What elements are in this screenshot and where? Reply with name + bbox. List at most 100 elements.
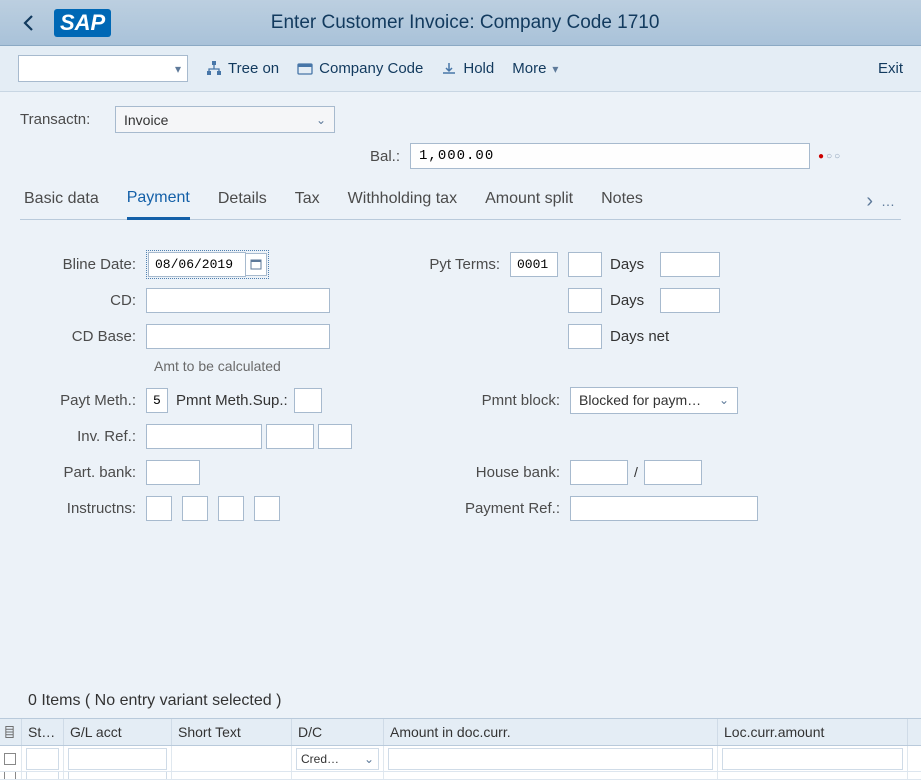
status-dots: ●○○ xyxy=(818,151,842,162)
inv-ref-input-1[interactable] xyxy=(146,424,262,449)
bline-date-input[interactable] xyxy=(148,252,246,277)
table-row[interactable] xyxy=(0,772,921,780)
tabs-scroll-right[interactable]: › xyxy=(866,190,873,213)
chevron-down-icon: ⌄ xyxy=(316,113,326,127)
col-status[interactable]: St… xyxy=(22,719,64,745)
instructns-input-2[interactable] xyxy=(182,496,208,521)
hold-label: Hold xyxy=(463,60,494,77)
more-button[interactable]: More ▾ xyxy=(512,60,558,77)
slash-sep: / xyxy=(634,464,638,480)
pyt-terms-input[interactable] xyxy=(510,252,558,277)
sap-logo: SAP xyxy=(54,9,111,37)
cd-base-input[interactable] xyxy=(146,324,330,349)
select-all-icon xyxy=(4,725,15,739)
table-row[interactable]: Cred… ⌄ xyxy=(0,746,921,772)
calendar-icon xyxy=(250,258,262,270)
pyt-terms-label: Pyt Terms: xyxy=(400,256,510,273)
days-net-label: Days net xyxy=(610,328,669,345)
col-gl-acct[interactable]: G/L acct xyxy=(64,719,172,745)
instructns-label: Instructns: xyxy=(20,500,146,517)
house-bank-input-2[interactable] xyxy=(644,460,702,485)
date-picker-button[interactable] xyxy=(245,253,267,276)
days-label-2: Days xyxy=(610,292,644,309)
col-dc[interactable]: D/C xyxy=(292,719,384,745)
house-bank-label: House bank: xyxy=(400,464,570,481)
chevron-down-icon: ⌄ xyxy=(719,393,729,407)
tree-on-label: Tree on xyxy=(228,60,279,77)
tab-payment[interactable]: Payment xyxy=(127,183,190,220)
part-bank-label: Part. bank: xyxy=(20,464,146,481)
pmnt-meth-sup-label: Pmnt Meth.Sup.: xyxy=(176,392,288,409)
tab-basic-data[interactable]: Basic data xyxy=(24,184,99,218)
bline-date-label: Bline Date: xyxy=(20,256,146,273)
payment-ref-input[interactable] xyxy=(570,496,758,521)
chevron-down-icon: ▾ xyxy=(552,62,558,76)
tree-on-button[interactable]: Tree on xyxy=(206,60,279,77)
amt-hint: Amt to be calculated xyxy=(146,354,901,382)
transactn-select[interactable]: Invoice ⌄ xyxy=(115,106,335,133)
col-amount-doc[interactable]: Amount in doc.curr. xyxy=(384,719,718,745)
cd-label: CD: xyxy=(20,292,146,309)
days2-val-input[interactable] xyxy=(660,288,720,313)
cell-gl-acct[interactable] xyxy=(68,772,167,780)
cd-input[interactable] xyxy=(146,288,330,313)
toolbar-dropdown[interactable]: ▾ xyxy=(18,55,188,82)
pmnt-block-value: Blocked for paym… xyxy=(579,392,701,408)
inv-ref-input-3[interactable] xyxy=(318,424,352,449)
cd-base-label: CD Base: xyxy=(20,328,146,345)
exit-button[interactable]: Exit xyxy=(878,60,903,77)
pmnt-block-select[interactable]: Blocked for paym… ⌄ xyxy=(570,387,738,414)
payt-meth-label: Payt Meth.: xyxy=(20,392,146,409)
cell-amount-doc[interactable] xyxy=(388,748,713,770)
pmnt-block-label: Pmnt block: xyxy=(400,392,570,409)
tab-notes[interactable]: Notes xyxy=(601,184,643,218)
transactn-value: Invoice xyxy=(124,112,168,128)
daysnet-num-input[interactable] xyxy=(568,324,602,349)
col-loc-curr[interactable]: Loc.curr.amount xyxy=(718,719,908,745)
tab-withholding-tax[interactable]: Withholding tax xyxy=(348,184,457,218)
cell-gl-acct[interactable] xyxy=(68,748,167,770)
chevron-left-icon xyxy=(22,14,36,32)
instructns-input-4[interactable] xyxy=(254,496,280,521)
transactn-label: Transactn: xyxy=(20,111,115,128)
cell-status[interactable] xyxy=(26,772,59,780)
instructns-input-1[interactable] xyxy=(146,496,172,521)
inv-ref-label: Inv. Ref.: xyxy=(20,428,146,445)
tree-icon xyxy=(206,61,222,77)
days-label-1: Days xyxy=(610,256,644,273)
chevron-down-icon: ▾ xyxy=(175,62,181,76)
hold-icon xyxy=(441,61,457,77)
days1-val-input[interactable] xyxy=(660,252,720,277)
cell-loc-curr[interactable] xyxy=(722,748,903,770)
back-button[interactable] xyxy=(12,8,46,38)
payt-meth-input[interactable] xyxy=(146,388,168,413)
tab-details[interactable]: Details xyxy=(218,184,267,218)
inv-ref-input-2[interactable] xyxy=(266,424,314,449)
page-title: Enter Customer Invoice: Company Code 171… xyxy=(151,12,909,34)
company-code-icon xyxy=(297,61,313,77)
payment-ref-label: Payment Ref.: xyxy=(400,500,570,517)
cell-dc-select[interactable]: Cred… ⌄ xyxy=(296,748,379,770)
pmnt-meth-sup-input[interactable] xyxy=(294,388,322,413)
col-short-text[interactable]: Short Text xyxy=(172,719,292,745)
row-checkbox[interactable] xyxy=(4,772,16,780)
tab-amount-split[interactable]: Amount split xyxy=(485,184,573,218)
tabs-overflow[interactable]: … xyxy=(881,193,897,209)
balance-field[interactable] xyxy=(410,143,810,169)
chevron-down-icon: ⌄ xyxy=(364,752,374,766)
row-checkbox[interactable] xyxy=(4,753,16,765)
tab-tax[interactable]: Tax xyxy=(295,184,320,218)
cell-dc-value: Cred… xyxy=(301,752,339,766)
instructns-input-3[interactable] xyxy=(218,496,244,521)
house-bank-input-1[interactable] xyxy=(570,460,628,485)
part-bank-input[interactable] xyxy=(146,460,200,485)
company-code-button[interactable]: Company Code xyxy=(297,60,423,77)
cell-status[interactable] xyxy=(26,748,59,770)
col-select-all[interactable] xyxy=(0,719,22,745)
days2-num-input[interactable] xyxy=(568,288,602,313)
more-label: More xyxy=(512,60,546,77)
hold-button[interactable]: Hold xyxy=(441,60,494,77)
items-title: 0 Items ( No entry variant selected ) xyxy=(0,684,921,718)
balance-label: Bal.: xyxy=(370,148,400,165)
days1-num-input[interactable] xyxy=(568,252,602,277)
